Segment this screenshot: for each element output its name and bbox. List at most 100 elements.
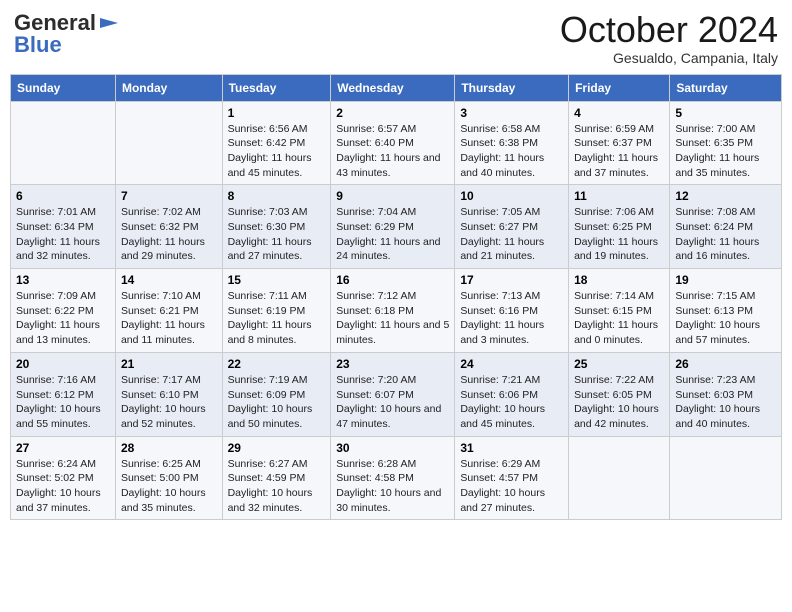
calendar-cell: 4 Sunrise: 6:59 AM Sunset: 6:37 PM Daylig… <box>569 101 670 185</box>
day-content: Sunrise: 7:02 AM Sunset: 6:32 PM Dayligh… <box>121 205 217 264</box>
calendar-cell: 7 Sunrise: 7:02 AM Sunset: 6:32 PM Daylig… <box>115 185 222 269</box>
day-number: 31 <box>460 441 563 455</box>
day-content: Sunrise: 6:28 AM Sunset: 4:58 PM Dayligh… <box>336 457 449 516</box>
day-number: 10 <box>460 189 563 203</box>
calendar-cell <box>115 101 222 185</box>
calendar-cell: 5 Sunrise: 7:00 AM Sunset: 6:35 PM Daylig… <box>670 101 782 185</box>
logo-blue: Blue <box>14 32 62 58</box>
day-content: Sunrise: 6:25 AM Sunset: 5:00 PM Dayligh… <box>121 457 217 516</box>
day-content: Sunrise: 6:58 AM Sunset: 6:38 PM Dayligh… <box>460 122 563 181</box>
day-number: 14 <box>121 273 217 287</box>
calendar-cell: 17Sunrise: 7:13 AM Sunset: 6:16 PM Dayli… <box>455 269 569 353</box>
day-content: Sunrise: 6:24 AM Sunset: 5:02 PM Dayligh… <box>16 457 110 516</box>
calendar-cell: 18Sunrise: 7:14 AM Sunset: 6:15 PM Dayli… <box>569 269 670 353</box>
day-content: Sunrise: 7:00 AM Sunset: 6:35 PM Dayligh… <box>675 122 776 181</box>
month-title: October 2024 <box>560 10 778 50</box>
calendar-cell: 24 Sunrise: 7:21 AM Sunset: 6:06 PM Dayli… <box>455 352 569 436</box>
day-content: Sunrise: 6:59 AM Sunset: 6:37 PM Dayligh… <box>574 122 664 181</box>
day-number: 16 <box>336 273 449 287</box>
day-number: 15 <box>228 273 326 287</box>
day-number: 26 <box>675 357 776 371</box>
logo-arrow-icon <box>98 12 120 34</box>
calendar-cell <box>11 101 116 185</box>
day-content: Sunrise: 7:03 AM Sunset: 6:30 PM Dayligh… <box>228 205 326 264</box>
calendar-cell: 9Sunrise: 7:04 AM Sunset: 6:29 PM Daylig… <box>331 185 455 269</box>
calendar-week-row: 6Sunrise: 7:01 AM Sunset: 6:34 PM Daylig… <box>11 185 782 269</box>
page-header: General Blue October 2024 Gesualdo, Camp… <box>10 10 782 66</box>
day-content: Sunrise: 7:08 AM Sunset: 6:24 PM Dayligh… <box>675 205 776 264</box>
day-header-thursday: Thursday <box>455 74 569 101</box>
day-number: 5 <box>675 106 776 120</box>
day-content: Sunrise: 6:56 AM Sunset: 6:42 PM Dayligh… <box>228 122 326 181</box>
calendar-cell: 21Sunrise: 7:17 AM Sunset: 6:10 PM Dayli… <box>115 352 222 436</box>
calendar-cell: 6Sunrise: 7:01 AM Sunset: 6:34 PM Daylig… <box>11 185 116 269</box>
day-number: 1 <box>228 106 326 120</box>
calendar-cell: 12Sunrise: 7:08 AM Sunset: 6:24 PM Dayli… <box>670 185 782 269</box>
calendar-cell: 1 Sunrise: 6:56 AM Sunset: 6:42 PM Daylig… <box>222 101 331 185</box>
day-number: 3 <box>460 106 563 120</box>
calendar-week-row: 20Sunrise: 7:16 AM Sunset: 6:12 PM Dayli… <box>11 352 782 436</box>
day-number: 4 <box>574 106 664 120</box>
day-content: Sunrise: 7:19 AM Sunset: 6:09 PM Dayligh… <box>228 373 326 432</box>
day-number: 27 <box>16 441 110 455</box>
calendar-cell: 27 Sunrise: 6:24 AM Sunset: 5:02 PM Dayli… <box>11 436 116 520</box>
calendar-cell: 28 Sunrise: 6:25 AM Sunset: 5:00 PM Dayli… <box>115 436 222 520</box>
calendar-cell: 10 Sunrise: 7:05 AM Sunset: 6:27 PM Dayli… <box>455 185 569 269</box>
calendar-header-row: SundayMondayTuesdayWednesdayThursdayFrid… <box>11 74 782 101</box>
day-number: 30 <box>336 441 449 455</box>
day-content: Sunrise: 7:12 AM Sunset: 6:18 PM Dayligh… <box>336 289 449 348</box>
day-content: Sunrise: 7:15 AM Sunset: 6:13 PM Dayligh… <box>675 289 776 348</box>
day-number: 2 <box>336 106 449 120</box>
calendar-cell: 22 Sunrise: 7:19 AM Sunset: 6:09 PM Dayli… <box>222 352 331 436</box>
day-number: 8 <box>228 189 326 203</box>
day-number: 24 <box>460 357 563 371</box>
calendar-week-row: 27 Sunrise: 6:24 AM Sunset: 5:02 PM Dayli… <box>11 436 782 520</box>
day-number: 17 <box>460 273 563 287</box>
calendar-body: 1 Sunrise: 6:56 AM Sunset: 6:42 PM Daylig… <box>11 101 782 520</box>
calendar-cell: 19 Sunrise: 7:15 AM Sunset: 6:13 PM Dayli… <box>670 269 782 353</box>
calendar-cell: 11Sunrise: 7:06 AM Sunset: 6:25 PM Dayli… <box>569 185 670 269</box>
day-number: 22 <box>228 357 326 371</box>
day-content: Sunrise: 6:27 AM Sunset: 4:59 PM Dayligh… <box>228 457 326 516</box>
day-content: Sunrise: 7:10 AM Sunset: 6:21 PM Dayligh… <box>121 289 217 348</box>
day-header-tuesday: Tuesday <box>222 74 331 101</box>
day-content: Sunrise: 6:57 AM Sunset: 6:40 PM Dayligh… <box>336 122 449 181</box>
day-number: 7 <box>121 189 217 203</box>
calendar-cell: 26Sunrise: 7:23 AM Sunset: 6:03 PM Dayli… <box>670 352 782 436</box>
day-content: Sunrise: 7:14 AM Sunset: 6:15 PM Dayligh… <box>574 289 664 348</box>
calendar-table: SundayMondayTuesdayWednesdayThursdayFrid… <box>10 74 782 521</box>
logo: General Blue <box>14 10 120 58</box>
day-number: 23 <box>336 357 449 371</box>
day-content: Sunrise: 7:04 AM Sunset: 6:29 PM Dayligh… <box>336 205 449 264</box>
title-block: October 2024 Gesualdo, Campania, Italy <box>560 10 778 66</box>
calendar-cell: 16 Sunrise: 7:12 AM Sunset: 6:18 PM Dayli… <box>331 269 455 353</box>
day-number: 29 <box>228 441 326 455</box>
day-content: Sunrise: 7:20 AM Sunset: 6:07 PM Dayligh… <box>336 373 449 432</box>
day-number: 13 <box>16 273 110 287</box>
day-number: 28 <box>121 441 217 455</box>
calendar-week-row: 13 Sunrise: 7:09 AM Sunset: 6:22 PM Dayli… <box>11 269 782 353</box>
day-number: 6 <box>16 189 110 203</box>
day-number: 25 <box>574 357 664 371</box>
day-content: Sunrise: 7:05 AM Sunset: 6:27 PM Dayligh… <box>460 205 563 264</box>
calendar-cell: 3 Sunrise: 6:58 AM Sunset: 6:38 PM Daylig… <box>455 101 569 185</box>
calendar-cell <box>569 436 670 520</box>
calendar-cell <box>670 436 782 520</box>
location: Gesualdo, Campania, Italy <box>560 50 778 66</box>
day-header-wednesday: Wednesday <box>331 74 455 101</box>
calendar-cell: 2 Sunrise: 6:57 AM Sunset: 6:40 PM Daylig… <box>331 101 455 185</box>
day-content: Sunrise: 7:06 AM Sunset: 6:25 PM Dayligh… <box>574 205 664 264</box>
calendar-cell: 15 Sunrise: 7:11 AM Sunset: 6:19 PM Dayli… <box>222 269 331 353</box>
calendar-cell: 8 Sunrise: 7:03 AM Sunset: 6:30 PM Daylig… <box>222 185 331 269</box>
day-content: Sunrise: 7:09 AM Sunset: 6:22 PM Dayligh… <box>16 289 110 348</box>
day-header-saturday: Saturday <box>670 74 782 101</box>
calendar-cell: 29 Sunrise: 6:27 AM Sunset: 4:59 PM Dayli… <box>222 436 331 520</box>
day-content: Sunrise: 7:22 AM Sunset: 6:05 PM Dayligh… <box>574 373 664 432</box>
calendar-cell: 13 Sunrise: 7:09 AM Sunset: 6:22 PM Dayli… <box>11 269 116 353</box>
day-header-sunday: Sunday <box>11 74 116 101</box>
calendar-cell: 14 Sunrise: 7:10 AM Sunset: 6:21 PM Dayli… <box>115 269 222 353</box>
day-content: Sunrise: 7:16 AM Sunset: 6:12 PM Dayligh… <box>16 373 110 432</box>
day-number: 19 <box>675 273 776 287</box>
day-content: Sunrise: 7:21 AM Sunset: 6:06 PM Dayligh… <box>460 373 563 432</box>
day-content: Sunrise: 7:11 AM Sunset: 6:19 PM Dayligh… <box>228 289 326 348</box>
